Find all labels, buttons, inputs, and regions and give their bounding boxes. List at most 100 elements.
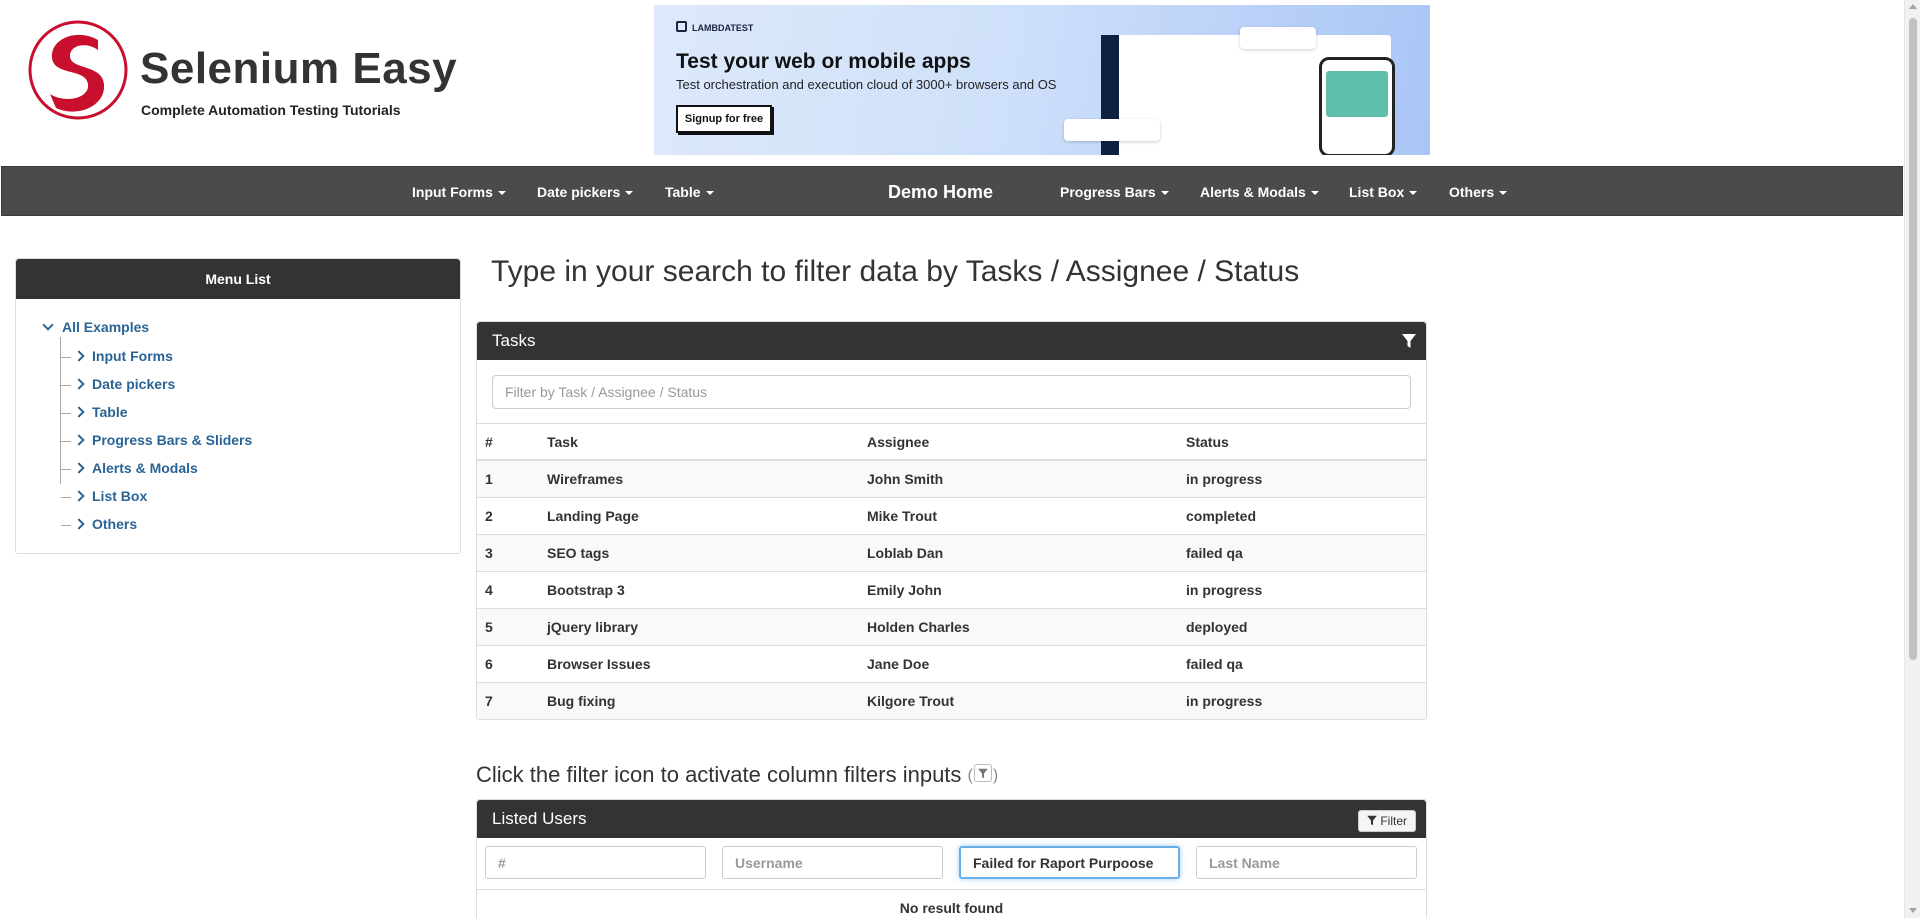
sidebar-item-label: Alerts & Modals <box>92 460 198 476</box>
nav-progress-bars[interactable]: Progress Bars <box>1060 167 1169 217</box>
column-header-task: Task <box>539 424 859 461</box>
filter-button[interactable]: Filter <box>1358 810 1416 832</box>
page-scrollbar[interactable] <box>1904 0 1920 918</box>
filter-icon <box>1367 815 1378 826</box>
tasks-search-input[interactable] <box>492 375 1411 409</box>
sidebar-item-alerts-modals[interactable]: Alerts & Modals <box>61 460 198 478</box>
selenium-easy-logo[interactable] <box>26 18 130 122</box>
site-title[interactable]: Selenium Easy <box>140 44 457 94</box>
nav-input-forms[interactable]: Input Forms <box>412 167 506 217</box>
cell-task: Bootstrap 3 <box>539 570 859 608</box>
cell-status: failed qa <box>1178 533 1426 571</box>
tasks-table: # Task Assignee Status 1 Wireframes John S… <box>477 424 1426 719</box>
caret-down-icon <box>497 191 506 196</box>
nav-demo-home[interactable]: Demo Home <box>888 167 993 217</box>
chevron-right-icon <box>73 378 85 390</box>
tasks-table-header: # Task Assignee Status <box>477 424 1426 461</box>
caret-down-icon <box>625 191 634 196</box>
sidebar-item-label: Table <box>92 404 128 420</box>
caret-down-icon <box>1499 191 1508 196</box>
chevron-right-icon <box>73 462 85 474</box>
column-filters-row <box>477 838 1426 890</box>
filter-icon[interactable] <box>1402 333 1416 349</box>
cell-id: 4 <box>477 570 539 608</box>
main-navbar: Input Forms Date pickers Table Demo Home… <box>1 166 1903 216</box>
tasks-search-wrap <box>477 360 1426 424</box>
filter-first-name-input[interactable] <box>959 846 1180 879</box>
users-section-title-text: Click the filter icon to activate column… <box>476 762 962 787</box>
users-section-title: Click the filter icon to activate column… <box>476 762 998 788</box>
filter-button-label: Filter <box>1380 814 1407 828</box>
tree-tick <box>61 356 71 358</box>
caret-down-icon <box>1310 191 1319 196</box>
filter-id-input[interactable] <box>485 846 706 879</box>
ad-browser-icons <box>1064 119 1160 141</box>
filter-hint-icon: () <box>968 764 998 785</box>
caret-down-icon <box>705 191 714 196</box>
menu-list-sidebar: Menu List All Examples Input Forms Date … <box>15 258 461 554</box>
sidebar-item-input-forms[interactable]: Input Forms <box>61 348 173 366</box>
sidebar-item-list-box[interactable]: List Box <box>61 488 147 506</box>
cell-status: completed <box>1178 496 1426 534</box>
chevron-right-icon <box>73 350 85 362</box>
ad-phone-screen <box>1326 71 1388 117</box>
table-row: 2 Landing Page Mike Trout completed <box>477 496 1426 534</box>
cell-id: 6 <box>477 644 539 682</box>
scrollbar-thumb[interactable] <box>1909 18 1917 660</box>
chevron-right-icon <box>73 490 85 502</box>
ad-os-icons <box>1240 27 1316 49</box>
cell-assignee: Loblab Dan <box>859 533 1178 571</box>
cell-assignee: Holden Charles <box>859 607 1178 645</box>
cell-id: 3 <box>477 533 539 571</box>
nav-date-pickers[interactable]: Date pickers <box>537 167 634 217</box>
nav-others-label: Others <box>1449 184 1495 200</box>
cell-task: SEO tags <box>539 533 859 571</box>
cell-id: 2 <box>477 496 539 534</box>
caret-down-icon <box>1409 191 1418 196</box>
sidebar-item-progress-bars[interactable]: Progress Bars & Sliders <box>61 432 252 450</box>
sidebar-item-table[interactable]: Table <box>61 404 128 422</box>
lambdatest-ad-banner[interactable]: LAMBDATEST Test your web or mobile apps … <box>654 5 1430 155</box>
nav-others[interactable]: Others <box>1449 167 1508 217</box>
tasks-panel-heading: Tasks <box>477 322 1426 360</box>
tasks-panel-title: Tasks <box>492 331 536 350</box>
listed-users-heading: Listed Users Filter <box>477 800 1426 838</box>
nav-list-box[interactable]: List Box <box>1349 167 1418 217</box>
cell-status: in progress <box>1178 459 1426 497</box>
sidebar-item-others[interactable]: Others <box>61 516 137 534</box>
cell-id: 7 <box>477 681 539 719</box>
tree-tick <box>61 524 71 526</box>
site-subtitle: Complete Automation Testing Tutorials <box>141 102 401 118</box>
tree-tick <box>61 384 71 386</box>
scroll-down-arrow-icon[interactable] <box>1909 908 1917 913</box>
tree-root-all-examples[interactable]: All Examples <box>42 319 149 335</box>
scroll-up-arrow-icon[interactable] <box>1909 4 1917 9</box>
table-row: 3 SEO tags Loblab Dan failed qa <box>477 533 1426 571</box>
cell-assignee: Mike Trout <box>859 496 1178 534</box>
sidebar-item-label: Input Forms <box>92 348 173 364</box>
no-result-message: No result found <box>899 900 1004 916</box>
sidebar-item-label: Date pickers <box>92 376 176 392</box>
cell-id: 1 <box>477 459 539 497</box>
sidebar-item-label: List Box <box>92 488 148 504</box>
table-row: 4 Bootstrap 3 Emily John in progress <box>477 570 1426 608</box>
filter-username-input[interactable] <box>722 846 943 879</box>
cell-id: 5 <box>477 607 539 645</box>
cell-assignee: Kilgore Trout <box>859 681 1178 719</box>
listed-users-title: Listed Users <box>492 809 587 828</box>
sidebar-item-label: Progress Bars & Sliders <box>92 432 253 448</box>
table-row: 1 Wireframes John Smith in progress <box>477 459 1426 497</box>
sidebar-item-date-pickers[interactable]: Date pickers <box>61 376 175 394</box>
listed-users-panel: Listed Users Filter No result found <box>476 799 1427 918</box>
nav-alerts-modals[interactable]: Alerts & Modals <box>1200 167 1319 217</box>
nav-table[interactable]: Table <box>665 167 714 217</box>
nav-list-box-label: List Box <box>1349 184 1405 200</box>
table-row: 6 Browser Issues Jane Doe failed qa <box>477 644 1426 682</box>
column-header-assignee: Assignee <box>859 424 1178 461</box>
filter-last-name-input[interactable] <box>1196 846 1417 879</box>
tree-tick <box>61 412 71 414</box>
ad-signup-button[interactable]: Signup for free <box>676 105 772 133</box>
tasks-panel: Tasks # Task Assignee Status 1Wireframes… <box>476 321 1427 720</box>
nav-input-forms-label: Input Forms <box>412 184 493 200</box>
page-title: Type in your search to filter data by Ta… <box>491 255 1300 288</box>
